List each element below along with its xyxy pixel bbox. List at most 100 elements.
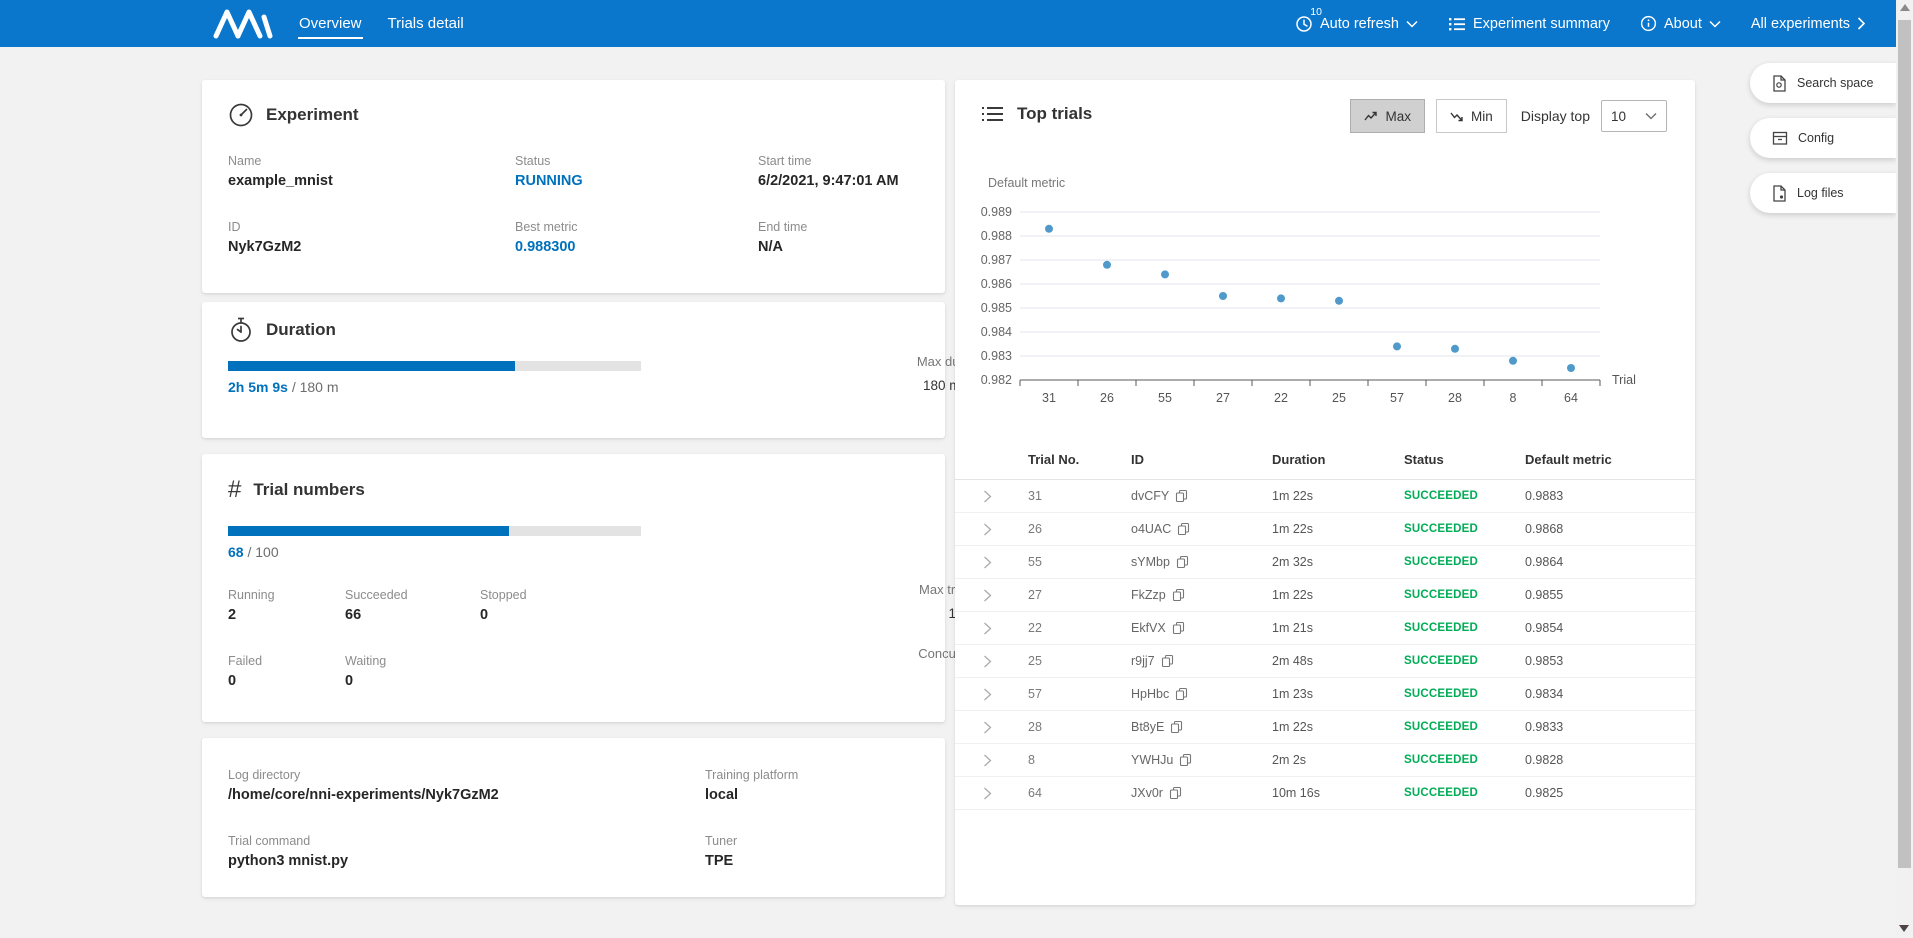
tab-trials-detail[interactable]: Trials detail [387, 11, 465, 36]
svg-text:0.985: 0.985 [981, 301, 1012, 315]
copy-icon[interactable] [1169, 786, 1182, 800]
log-files-label: Log files [1797, 186, 1844, 200]
chart-point[interactable] [1103, 261, 1111, 269]
copy-icon[interactable] [1176, 555, 1189, 569]
chart-point[interactable] [1045, 225, 1053, 233]
table-row: 8YWHJu2m 2sSUCCEEDED0.9828 [955, 744, 1695, 777]
cell-trial-id: YWHJu [1131, 753, 1272, 767]
chevron-down-icon [1709, 20, 1721, 28]
scroll-up-arrow-icon[interactable] [1900, 4, 1910, 11]
trials-table-body: 31dvCFY1m 22sSUCCEEDED0.988326o4UAC1m 22… [955, 480, 1695, 810]
copy-icon[interactable] [1177, 522, 1190, 536]
col-status: Status [1404, 452, 1525, 467]
min-button-label: Min [1471, 109, 1493, 124]
expand-row-icon[interactable] [983, 556, 992, 569]
experiment-summary-button[interactable]: Experiment summary [1448, 16, 1610, 32]
copy-icon[interactable] [1170, 720, 1183, 734]
display-top-select[interactable]: 10 [1601, 100, 1667, 132]
trials-table: Trial No. ID Duration Status Default met… [955, 440, 1695, 810]
top-trials-title: Top trials [1017, 104, 1092, 124]
expand-row-icon[interactable] [983, 787, 992, 800]
cell-default-metric: 0.9828 [1525, 753, 1695, 767]
about-menu[interactable]: About [1640, 15, 1721, 32]
cell-default-metric: 0.9868 [1525, 522, 1695, 536]
chart-point[interactable] [1335, 297, 1343, 305]
cell-trial-id: FkZzp [1131, 588, 1272, 602]
expand-row-icon[interactable] [983, 490, 992, 503]
cell-default-metric: 0.9864 [1525, 555, 1695, 569]
chart-point[interactable] [1277, 294, 1285, 302]
svg-text:0.983: 0.983 [981, 349, 1012, 363]
tuner-label: Tuner [705, 834, 737, 848]
cell-default-metric: 0.9833 [1525, 720, 1695, 734]
copy-icon[interactable] [1161, 654, 1174, 668]
copy-icon[interactable] [1179, 753, 1192, 767]
cell-status: SUCCEEDED [1404, 622, 1525, 634]
all-experiments-link[interactable]: All experiments [1751, 16, 1865, 32]
experiment-summary-label: Experiment summary [1473, 16, 1610, 32]
copy-icon[interactable] [1175, 687, 1188, 701]
tab-overview[interactable]: Overview [298, 11, 363, 36]
experiment-panel-title: Experiment [266, 105, 359, 125]
chart-point[interactable] [1567, 364, 1575, 372]
name-label: Name [228, 154, 333, 168]
scrollbar-thumb[interactable] [1898, 20, 1911, 868]
trial-command-value: python3 mnist.py [228, 853, 348, 869]
cell-trial-id: EkfVX [1131, 621, 1272, 635]
best-metric-value: 0.988300 [515, 239, 578, 255]
vertical-scrollbar [1896, 0, 1913, 938]
expand-row-icon[interactable] [983, 523, 992, 536]
svg-text:0.984: 0.984 [981, 325, 1012, 339]
trials-current: 68 [228, 544, 244, 560]
search-space-button[interactable]: Search space [1750, 63, 1896, 103]
svg-text:0.988: 0.988 [981, 229, 1012, 243]
cell-duration: 1m 22s [1272, 522, 1404, 536]
table-row: 27FkZzp1m 22sSUCCEEDED0.9855 [955, 579, 1695, 612]
running-count: 2 [228, 607, 275, 623]
auto-refresh-control[interactable]: 10 Auto refresh [1295, 15, 1418, 33]
cell-trial-id: sYMbp [1131, 555, 1272, 569]
expand-row-icon[interactable] [983, 688, 992, 701]
log-files-button[interactable]: Log files [1750, 173, 1896, 213]
copy-icon[interactable] [1172, 621, 1185, 635]
list-icon [1448, 16, 1466, 32]
chart-point[interactable] [1393, 342, 1401, 350]
svg-text:22: 22 [1274, 391, 1288, 405]
col-id: ID [1131, 452, 1272, 467]
duration-panel: Duration 2h 5m 9s / 180 m Max duration 1… [202, 302, 945, 438]
top-trials-chart[interactable]: 0.9890.9880.9870.9860.9850.9840.9830.982… [980, 165, 1680, 415]
experiment-id-value: Nyk7GzM2 [228, 239, 301, 255]
duration-total: / 180 m [292, 379, 339, 395]
cell-trial-no: 31 [1028, 489, 1131, 503]
chart-point[interactable] [1161, 270, 1169, 278]
cell-trial-no: 27 [1028, 588, 1131, 602]
duration-current: 2h 5m 9s [228, 379, 288, 395]
expand-row-icon[interactable] [983, 622, 992, 635]
expand-row-icon[interactable] [983, 721, 992, 734]
config-icon [1772, 131, 1788, 146]
chart-point[interactable] [1509, 357, 1517, 365]
display-top-label: Display top [1521, 108, 1590, 124]
hash-icon: # [228, 478, 241, 502]
copy-icon[interactable] [1172, 588, 1185, 602]
expand-row-icon[interactable] [983, 655, 992, 668]
table-row: 64JXv0r10m 16sSUCCEEDED0.9825 [955, 777, 1695, 810]
scroll-down-arrow-icon[interactable] [1899, 925, 1909, 932]
config-button[interactable]: Config [1750, 118, 1896, 158]
chart-point[interactable] [1219, 292, 1227, 300]
cell-duration: 1m 23s [1272, 687, 1404, 701]
cell-status: SUCCEEDED [1404, 754, 1525, 766]
min-button[interactable]: Min [1436, 99, 1507, 133]
failed-label: Failed [228, 654, 262, 668]
trials-total: / 100 [247, 544, 278, 560]
info-icon [1640, 15, 1657, 32]
expand-row-icon[interactable] [983, 754, 992, 767]
copy-icon[interactable] [1175, 489, 1188, 503]
duration-panel-title: Duration [266, 320, 336, 340]
col-duration: Duration [1272, 452, 1404, 467]
expand-row-icon[interactable] [983, 589, 992, 602]
waiting-count: 0 [345, 673, 386, 689]
chart-point[interactable] [1451, 345, 1459, 353]
max-button[interactable]: Max [1350, 99, 1425, 133]
cell-duration: 2m 32s [1272, 555, 1404, 569]
